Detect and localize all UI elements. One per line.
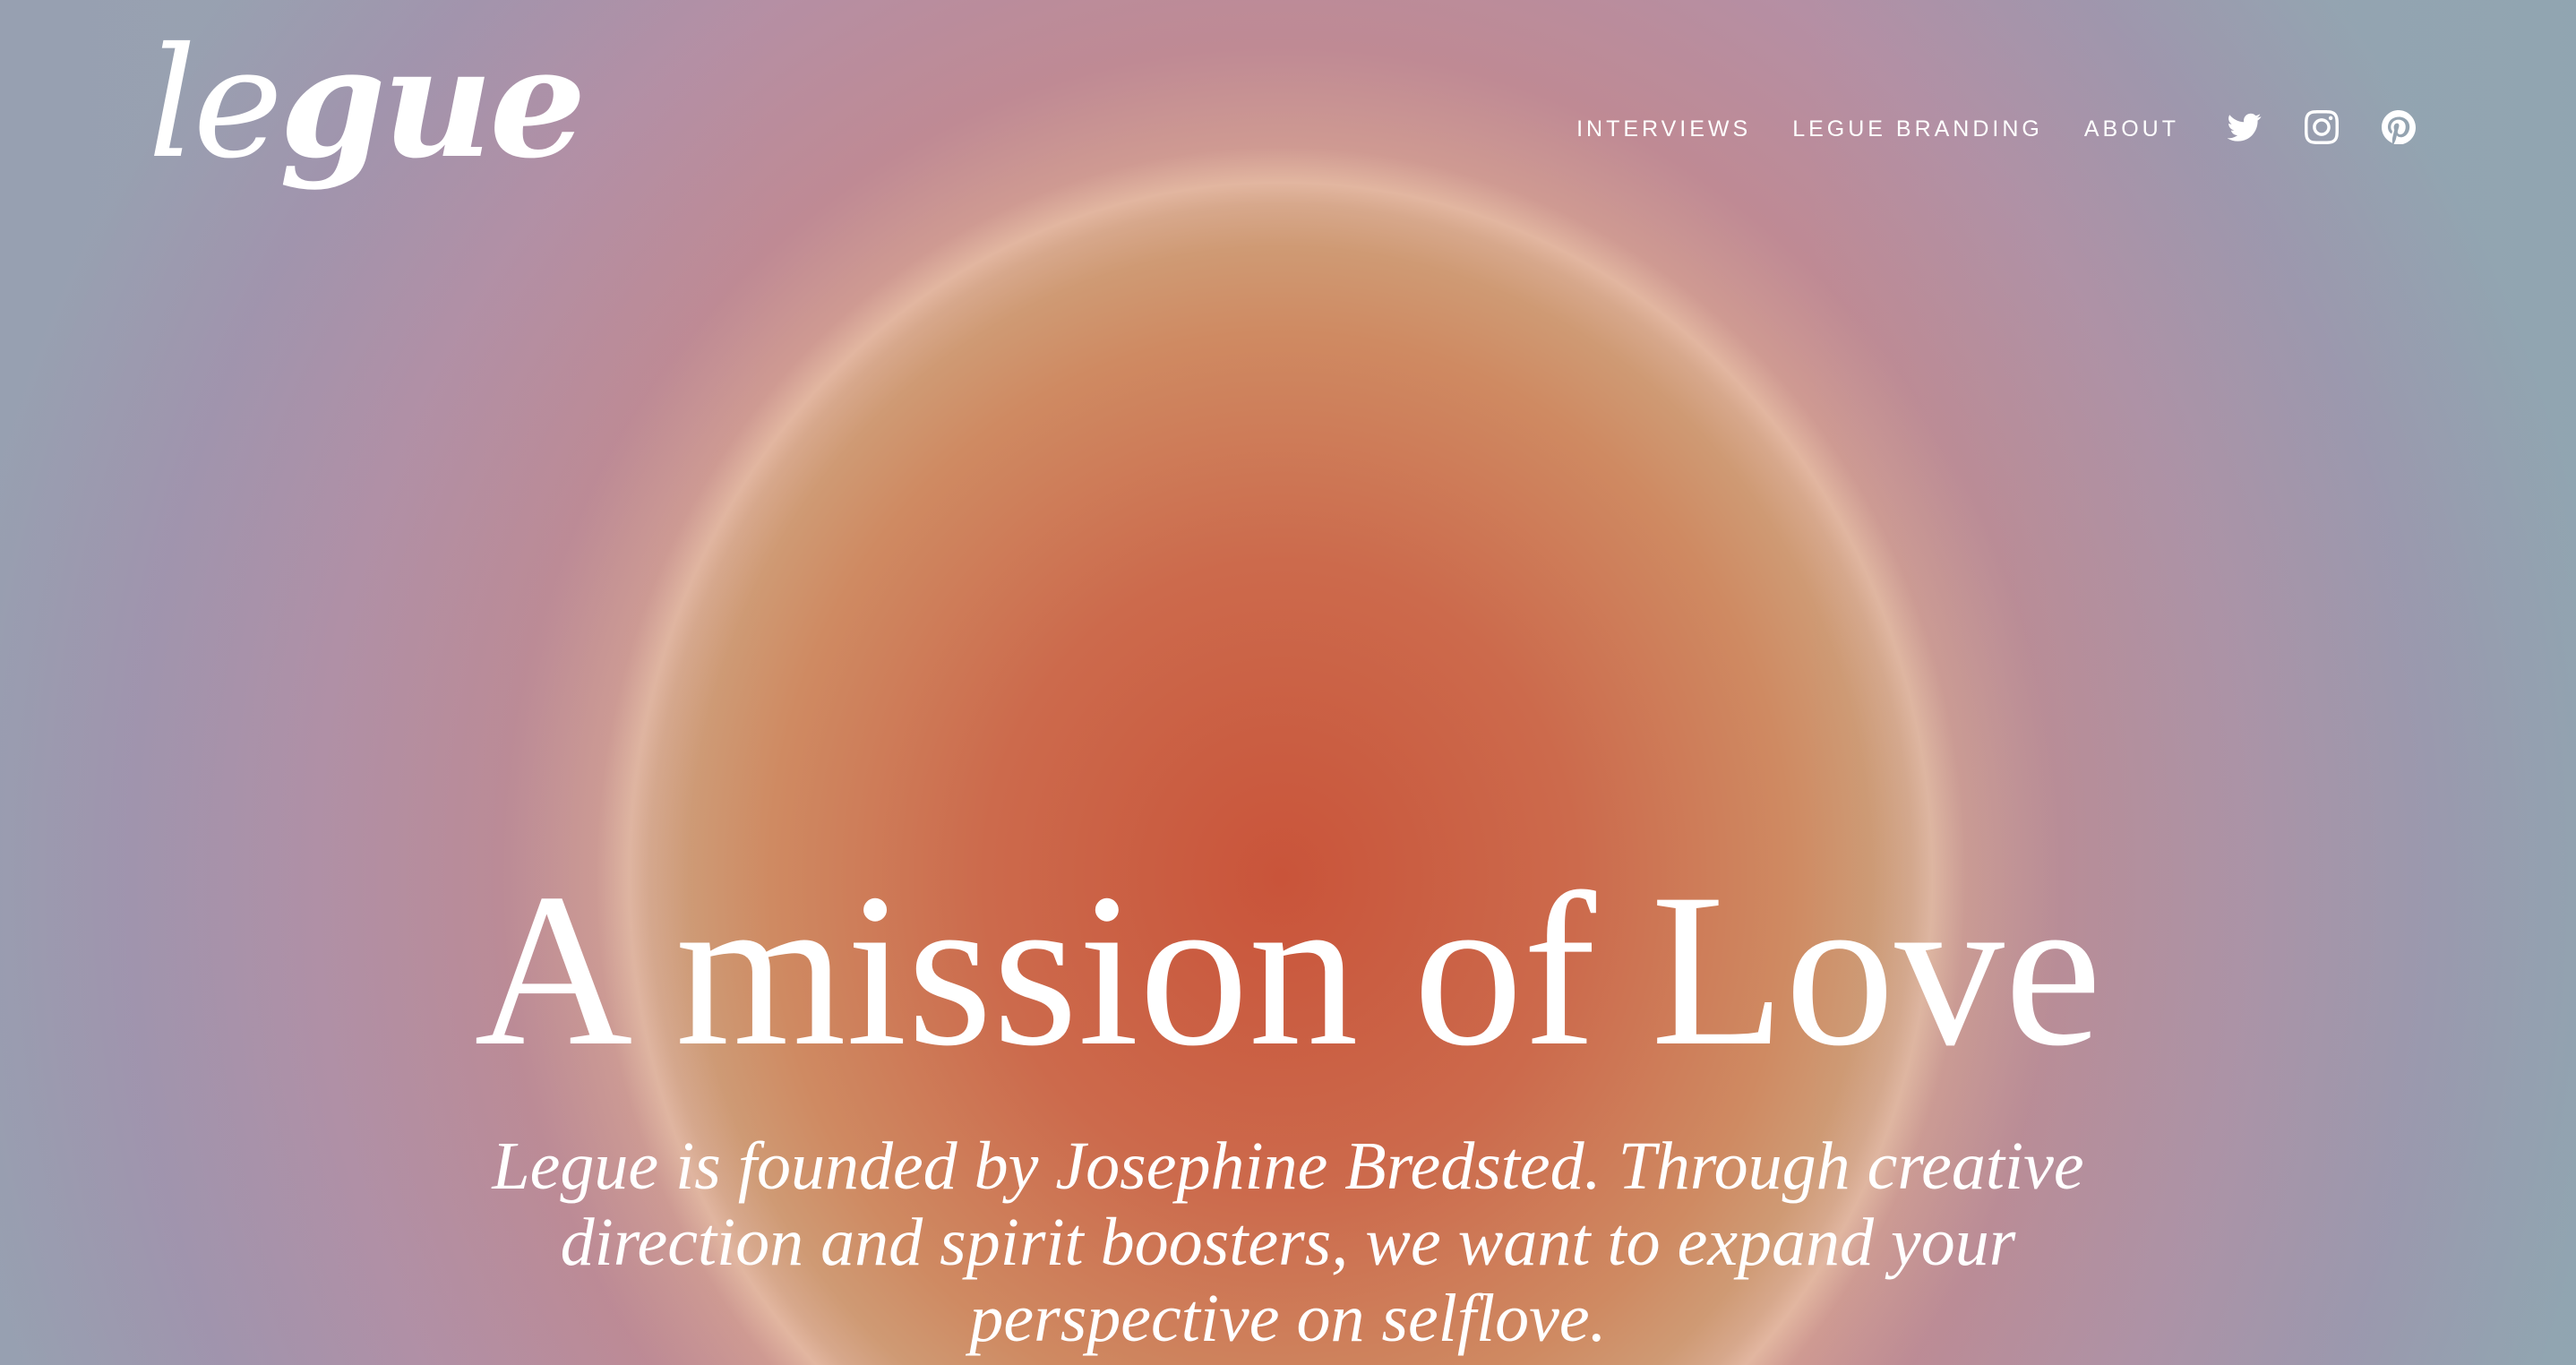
instagram-icon[interactable] xyxy=(2304,109,2340,145)
social-links xyxy=(2227,109,2458,145)
logo-light-part: le xyxy=(148,15,283,193)
hero-intro-text: Legue is founded by Josephine Bredsted. … xyxy=(492,1129,2084,1356)
nav-item-legue-branding[interactable]: LEGUE BRANDING xyxy=(1792,116,2043,142)
nav-item-about[interactable]: ABOUT xyxy=(2084,116,2179,142)
site-logo[interactable]: legue xyxy=(148,27,587,180)
pinterest-icon[interactable] xyxy=(2381,109,2417,145)
main-navigation: INTERVIEWS LEGUE BRANDING ABOUT xyxy=(1576,116,2179,142)
site-header: legue xyxy=(0,0,2576,269)
nav-item-interviews[interactable]: INTERVIEWS xyxy=(1576,116,1751,142)
hero-headline: A mission of Love xyxy=(474,848,2102,1091)
logo-bold-part: gue xyxy=(279,13,587,193)
twitter-icon[interactable] xyxy=(2227,109,2263,145)
